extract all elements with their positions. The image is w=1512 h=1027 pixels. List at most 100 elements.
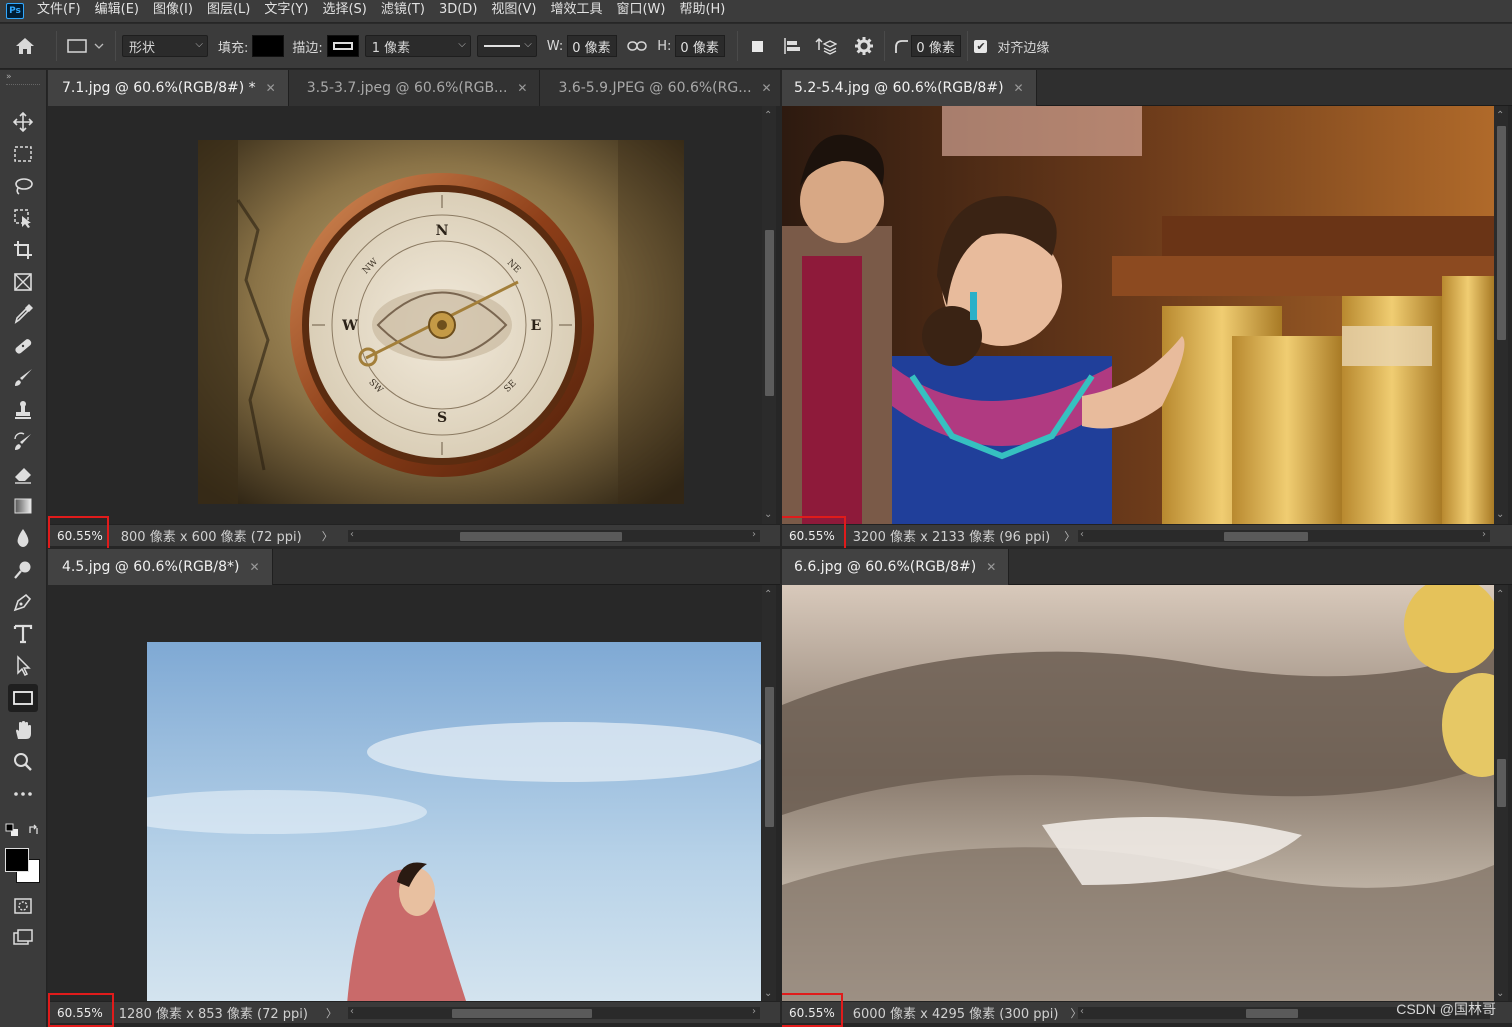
history-brush-tool[interactable]	[8, 428, 38, 456]
scroll-right-icon[interactable]: ›	[752, 529, 756, 540]
horizontal-scrollbar[interactable]: ‹ ›	[348, 529, 760, 542]
document-canvas[interactable]	[48, 585, 762, 1003]
lasso-tool[interactable]	[8, 172, 38, 200]
quick-mask-button[interactable]	[8, 892, 38, 920]
scrollbar-thumb[interactable]	[765, 687, 774, 827]
path-operations-button[interactable]	[744, 32, 772, 60]
crop-tool[interactable]	[8, 236, 38, 264]
tab-document[interactable]: 3.6-5.9.JPEG @ 60.6%(RG... ✕	[540, 70, 780, 106]
close-icon[interactable]: ✕	[249, 560, 259, 574]
status-menu-chevron-icon[interactable]: 〉	[322, 528, 333, 544]
vertical-scrollbar[interactable]: ⌃ ⌄	[1494, 106, 1508, 524]
scrollbar-thumb[interactable]	[460, 532, 622, 541]
document-canvas[interactable]	[782, 106, 1494, 524]
scroll-left-icon[interactable]: ‹	[1080, 1006, 1084, 1017]
menu-file[interactable]: 文件(F)	[30, 0, 88, 22]
menu-filter[interactable]: 滤镜(T)	[374, 0, 432, 22]
path-selection-tool[interactable]	[8, 652, 38, 680]
gradient-tool[interactable]	[8, 492, 38, 520]
width-field[interactable]: 0 像素	[567, 35, 618, 57]
document-canvas[interactable]	[782, 585, 1494, 1003]
document-canvas[interactable]: N S W E NE NW SE SW	[48, 106, 762, 524]
close-icon[interactable]: ✕	[986, 560, 996, 574]
vertical-scrollbar[interactable]: ⌃ ⌄	[1494, 585, 1508, 1003]
path-arrangement-button[interactable]	[812, 32, 840, 60]
menu-window[interactable]: 窗口(W)	[609, 0, 672, 22]
default-colors-button[interactable]	[2, 820, 22, 840]
brush-tool[interactable]	[8, 364, 38, 392]
scrollbar-thumb[interactable]	[1497, 126, 1506, 340]
stroke-type-dropdown[interactable]: ⌵	[476, 35, 537, 57]
type-tool[interactable]	[8, 620, 38, 648]
close-icon[interactable]: ✕	[1014, 81, 1024, 95]
menu-3d[interactable]: 3D(D)	[432, 0, 484, 22]
corner-radius-field[interactable]: 0 像素	[911, 35, 962, 57]
link-dimensions-button[interactable]	[623, 32, 651, 60]
dodge-tool[interactable]	[8, 556, 38, 584]
blur-tool[interactable]	[8, 524, 38, 552]
scroll-down-icon[interactable]: ⌄	[1496, 509, 1504, 520]
tab-document[interactable]: 3.5-3.7.jpeg @ 60.6%(RGB... ✕	[288, 70, 541, 106]
hand-tool[interactable]	[8, 716, 38, 744]
fill-swatch[interactable]	[252, 35, 285, 57]
eyedropper-tool[interactable]	[8, 300, 38, 328]
document-info[interactable]: 800 像素 x 600 像素 (72 ppi)	[121, 526, 302, 545]
scrollbar-thumb[interactable]	[1246, 1009, 1298, 1018]
swap-colors-button[interactable]	[24, 820, 44, 840]
scroll-right-icon[interactable]: ›	[1482, 529, 1486, 540]
home-button[interactable]	[0, 36, 50, 56]
vertical-scrollbar[interactable]: ⌃ ⌄	[762, 585, 776, 1003]
scroll-down-icon[interactable]: ⌄	[1496, 988, 1504, 999]
pen-tool[interactable]	[8, 588, 38, 616]
height-field[interactable]: 0 像素	[675, 35, 726, 57]
scroll-left-icon[interactable]: ‹	[350, 529, 354, 540]
move-tool[interactable]	[8, 108, 38, 136]
scroll-down-icon[interactable]: ⌄	[764, 988, 772, 999]
document-info[interactable]: 1280 像素 x 853 像素 (72 ppi)	[119, 1003, 308, 1022]
stroke-width-field[interactable]: 1 像素 ⌵	[364, 35, 471, 57]
scroll-right-icon[interactable]: ›	[752, 1006, 756, 1017]
frame-tool[interactable]	[8, 268, 38, 296]
horizontal-scrollbar[interactable]: ‹ ›	[348, 1006, 760, 1019]
scrollbar-thumb[interactable]	[765, 230, 774, 396]
tab-document[interactable]: 5.2-5.4.jpg @ 60.6%(RGB/8#) ✕	[782, 70, 1037, 106]
clone-stamp-tool[interactable]	[8, 396, 38, 424]
tab-document[interactable]: 6.6.jpg @ 60.6%(RGB/8#) ✕	[782, 549, 1010, 585]
scroll-down-icon[interactable]: ⌄	[764, 509, 772, 520]
collapse-panel-icon[interactable]: »	[0, 70, 46, 84]
status-menu-chevron-icon[interactable]: 〉	[326, 1005, 337, 1021]
menu-layer[interactable]: 图层(L)	[200, 0, 257, 22]
edit-toolbar-button[interactable]	[8, 780, 38, 808]
scroll-left-icon[interactable]: ‹	[350, 1006, 354, 1017]
object-selection-tool[interactable]	[8, 204, 38, 232]
scroll-left-icon[interactable]: ‹	[1080, 529, 1084, 540]
foreground-color-swatch[interactable]	[5, 848, 29, 872]
vertical-scrollbar[interactable]: ⌃ ⌄	[762, 106, 776, 524]
healing-brush-tool[interactable]	[8, 332, 38, 360]
screen-mode-button[interactable]	[8, 924, 38, 952]
menu-view[interactable]: 视图(V)	[484, 0, 543, 22]
close-icon[interactable]: ✕	[517, 81, 527, 95]
stroke-swatch[interactable]	[326, 35, 359, 57]
marquee-tool[interactable]	[8, 140, 38, 168]
menu-help[interactable]: 帮助(H)	[672, 0, 732, 22]
scrollbar-thumb[interactable]	[1224, 532, 1308, 541]
scroll-up-icon[interactable]: ⌃	[764, 110, 772, 121]
zoom-tool[interactable]	[8, 748, 38, 776]
panel-grip[interactable]	[6, 84, 40, 92]
document-info[interactable]: 6000 像素 x 4295 像素 (300 ppi)	[853, 1003, 1059, 1022]
path-alignment-button[interactable]	[778, 32, 806, 60]
tab-document[interactable]: 4.5.jpg @ 60.6%(RGB/8*) ✕	[48, 549, 273, 585]
scroll-up-icon[interactable]: ⌃	[1496, 110, 1504, 121]
menu-image[interactable]: 图像(I)	[146, 0, 200, 22]
menu-select[interactable]: 选择(S)	[315, 0, 373, 22]
scrollbar-thumb[interactable]	[452, 1009, 592, 1018]
close-icon[interactable]: ✕	[762, 81, 772, 95]
horizontal-scrollbar[interactable]: ‹ ›	[1078, 529, 1490, 542]
menu-edit[interactable]: 编辑(E)	[88, 0, 146, 22]
scrollbar-thumb[interactable]	[1497, 759, 1506, 807]
menu-plugins[interactable]: 增效工具	[543, 0, 609, 22]
tool-preset-picker[interactable]	[63, 32, 109, 60]
settings-button[interactable]	[850, 32, 878, 60]
rectangle-tool[interactable]	[8, 684, 38, 712]
